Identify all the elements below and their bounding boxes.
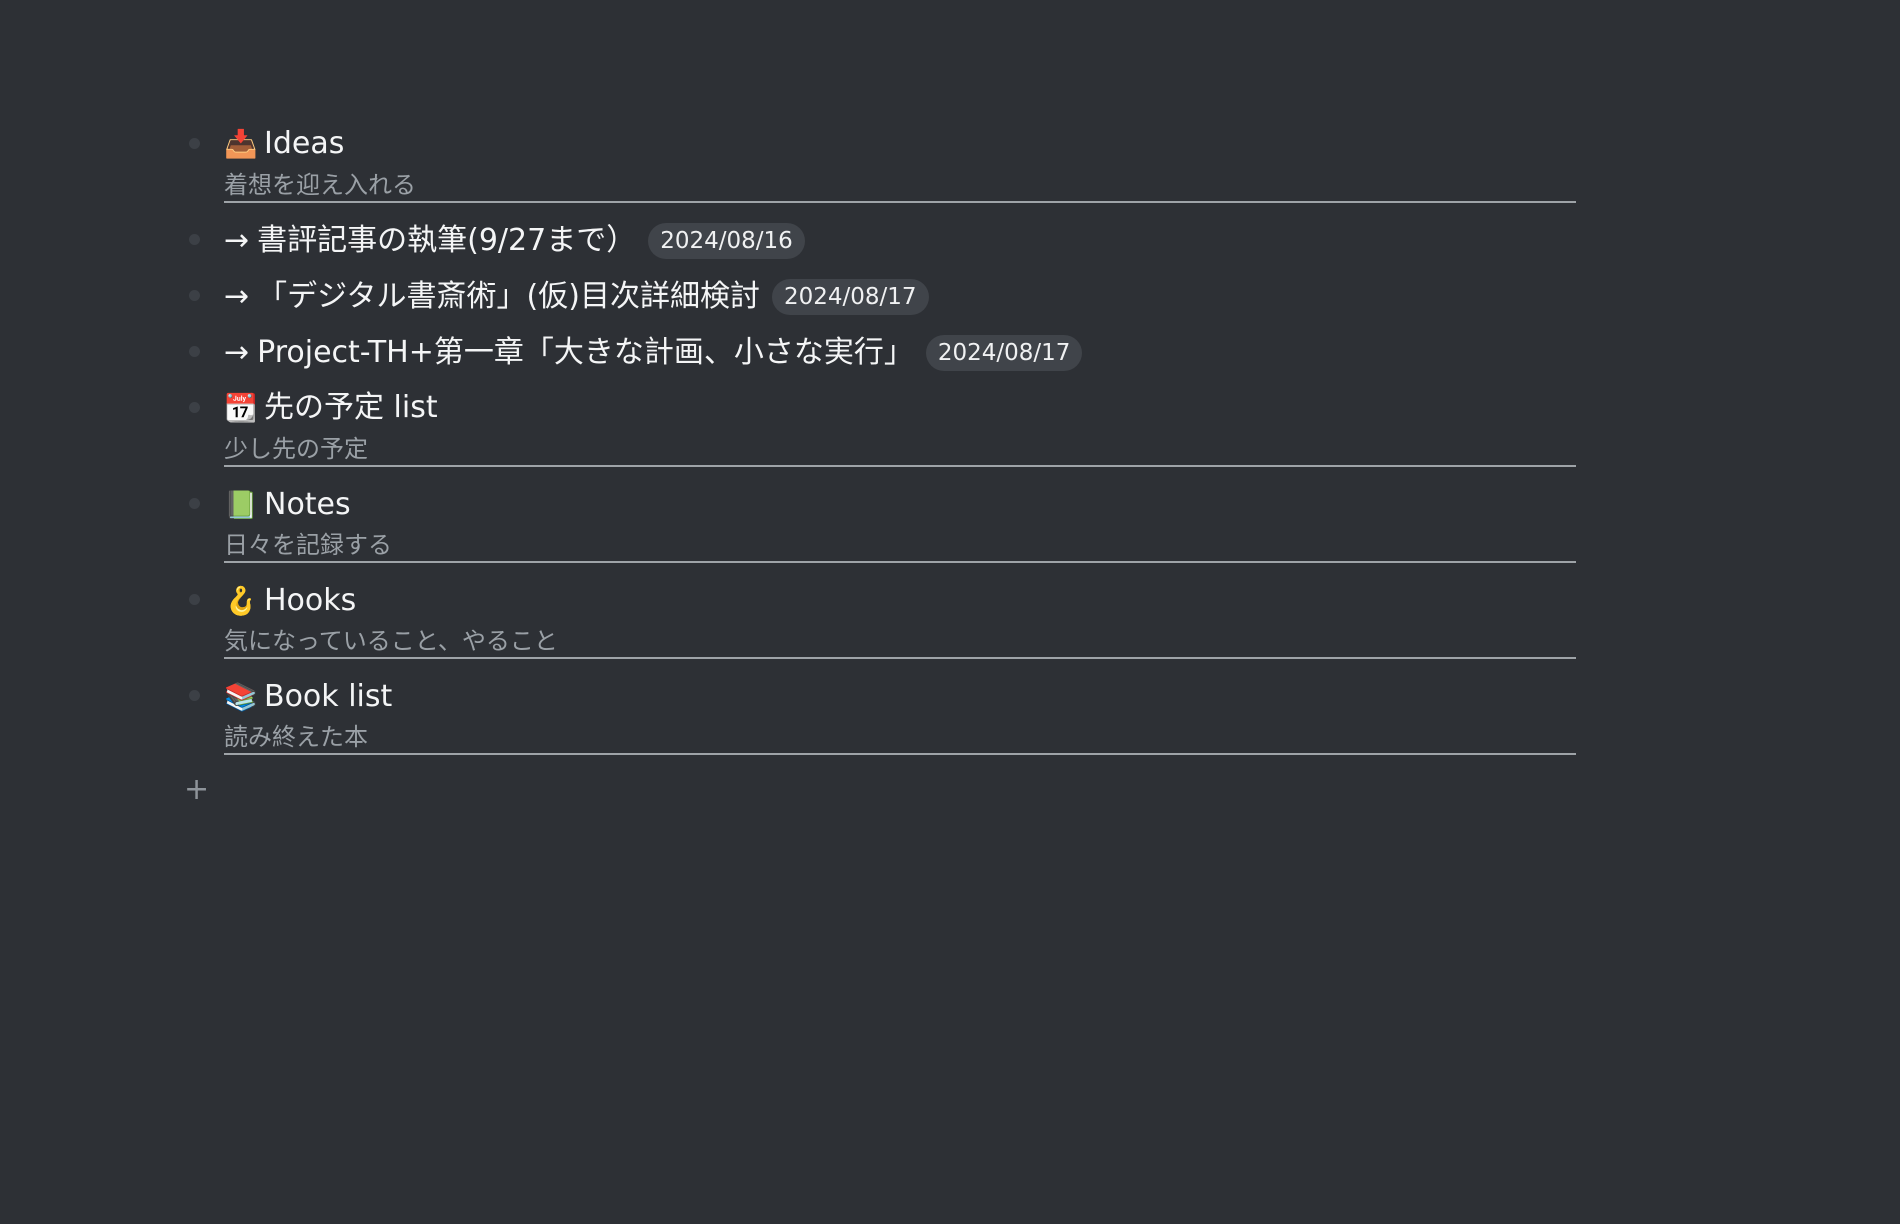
node-title[interactable]: Hooks bbox=[264, 586, 356, 616]
section-divider bbox=[224, 753, 1576, 755]
node-title[interactable]: Project-TH+第一章「大きな計画、小さな実行」 bbox=[257, 338, 914, 368]
inbox-tray-icon: 📥 bbox=[224, 128, 258, 160]
date-tag[interactable]: 2024/08/17 bbox=[925, 335, 1083, 371]
node-title[interactable]: 書評記事の執筆(9/27まで） bbox=[257, 226, 636, 256]
arrow-icon: → bbox=[224, 335, 250, 370]
node-title[interactable]: 「デジタル書斎術」(仮)目次詳細検討 bbox=[257, 282, 760, 312]
node-bullet[interactable] bbox=[189, 402, 200, 413]
node-bullet[interactable] bbox=[189, 690, 200, 701]
node-bullet[interactable] bbox=[189, 234, 200, 245]
arrow-icon: → bbox=[224, 223, 250, 258]
node-note[interactable]: 少し先の予定 bbox=[224, 437, 368, 461]
books-icon: 📚 bbox=[224, 681, 258, 713]
node-title[interactable]: Book list bbox=[264, 682, 392, 712]
add-node-button[interactable]: + bbox=[184, 775, 209, 805]
node-bullet[interactable] bbox=[189, 138, 200, 149]
section-divider bbox=[224, 561, 1576, 563]
calendar-icon: 📆 bbox=[224, 392, 258, 424]
hook-icon: 🪝 bbox=[224, 585, 258, 617]
node-title[interactable]: Ideas bbox=[264, 129, 344, 159]
arrow-icon: → bbox=[224, 279, 250, 314]
section-divider bbox=[224, 465, 1576, 467]
node-note[interactable]: 日々を記録する bbox=[224, 533, 392, 557]
section-divider bbox=[224, 201, 1576, 203]
node-bullet[interactable] bbox=[189, 594, 200, 605]
green-book-icon: 📗 bbox=[224, 489, 258, 521]
node-note[interactable]: 着想を迎え入れる bbox=[224, 173, 416, 197]
node-title[interactable]: Notes bbox=[264, 490, 351, 520]
date-tag[interactable]: 2024/08/16 bbox=[648, 223, 805, 259]
node-bullet[interactable] bbox=[189, 290, 200, 301]
node-bullet[interactable] bbox=[189, 498, 200, 509]
node-title[interactable]: 先の予定 list bbox=[264, 393, 438, 423]
date-tag[interactable]: 2024/08/17 bbox=[771, 279, 929, 315]
node-note[interactable]: 読み終えた本 bbox=[224, 725, 368, 749]
node-bullet[interactable] bbox=[189, 346, 200, 357]
node-note[interactable]: 気になっていること、やること bbox=[224, 629, 558, 653]
section-divider bbox=[224, 657, 1576, 659]
